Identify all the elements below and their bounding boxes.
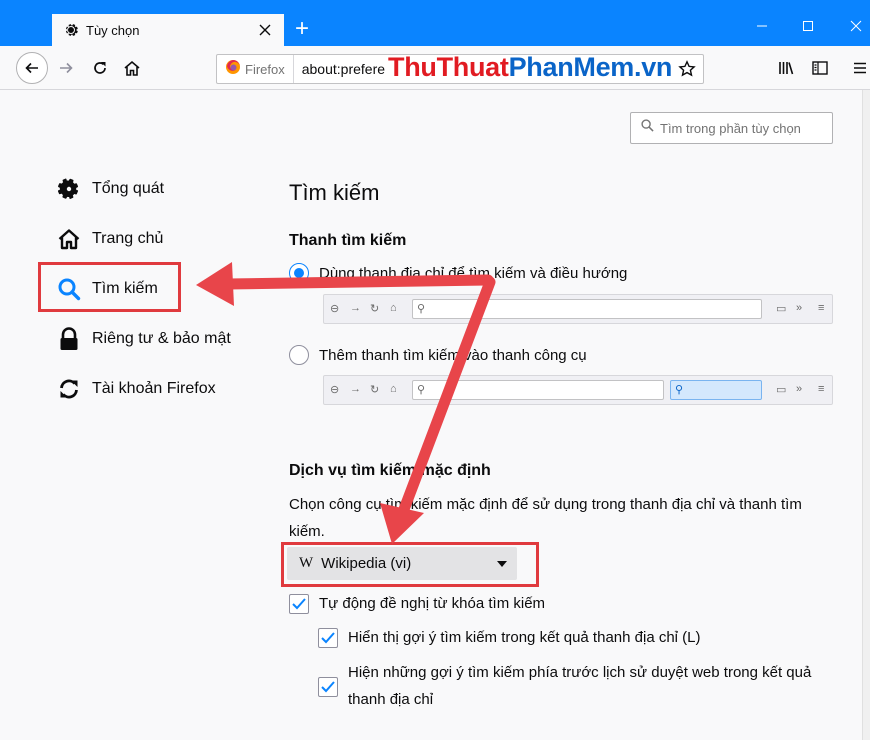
reload-button[interactable]	[86, 54, 114, 82]
category-home[interactable]: Trang chủ	[56, 224, 163, 254]
suggest-checkbox-row[interactable]: Tự động đề nghị từ khóa tìm kiếm	[289, 594, 545, 617]
option-urlbar-label: Dùng thanh địa chỉ để tìm kiếm và điều h…	[319, 264, 628, 282]
preview-sidebar-icon: ▭	[776, 303, 787, 315]
checkmark-icon	[321, 632, 335, 644]
search-preferences-placeholder: Tìm trong phần tùy chọn	[660, 120, 801, 136]
watermark-part-a: ThuThuat	[388, 52, 509, 82]
home-button[interactable]	[118, 54, 146, 82]
option-searchbar-row[interactable]: Thêm thanh tìm kiếm vào thanh công cụ	[289, 345, 587, 365]
preferences-content: Tìm trong phần tùy chọn Tổng quát Trang …	[0, 90, 862, 740]
preview-forward-icon: →	[350, 302, 361, 314]
minimize-icon[interactable]	[752, 16, 772, 36]
preview-reload-icon: ↻	[370, 303, 380, 315]
preview-search-icon: ⚲	[675, 384, 684, 396]
annotation-highlight-category	[38, 262, 181, 312]
preview-back-icon: ⊖	[330, 384, 340, 396]
preview-home-icon: ⌂	[390, 383, 397, 395]
suggest-history-checkbox-row[interactable]: Hiện những gợi ý tìm kiếm phía trước lịc…	[318, 664, 838, 713]
preview-home-icon: ⌂	[390, 302, 397, 314]
checkmark-icon	[321, 681, 335, 693]
title-bar: Tùy chọn +	[0, 0, 870, 46]
preview-urlbar: ⚲	[412, 380, 664, 400]
suggest-urlbar-checkbox[interactable]	[318, 628, 338, 648]
watermark: ThuThuatPhanMem.vn	[388, 52, 672, 83]
radio-dot	[294, 268, 304, 278]
close-tab-icon[interactable]	[254, 19, 276, 41]
page-title: Tìm kiếm	[289, 180, 380, 205]
urlbar-preview-image: ⊖ → ↻ ⌂ ⚲ ▭ » ≡	[323, 294, 833, 324]
sync-icon	[56, 376, 82, 402]
category-label: Trang chủ	[92, 230, 164, 247]
default-engine-heading: Dịch vụ tìm kiếm mặc định	[289, 462, 491, 479]
suggest-label: Tự động đề nghị từ khóa tìm kiếm	[319, 595, 546, 612]
preview-search-icon: ⚲	[417, 384, 426, 396]
suggest-checkbox[interactable]	[289, 594, 309, 614]
close-window-icon[interactable]	[846, 16, 866, 36]
checkmark-icon	[292, 598, 306, 610]
option-searchbar-label: Thêm thanh tìm kiếm vào thanh công cụ	[319, 346, 587, 364]
tab-title: Tùy chọn	[86, 22, 140, 38]
tab-preferences[interactable]: Tùy chọn	[52, 12, 284, 46]
lock-icon	[56, 326, 82, 352]
new-tab-button[interactable]: +	[290, 17, 314, 42]
home-icon	[56, 226, 82, 252]
preview-overflow-icon: »	[796, 302, 803, 314]
preview-overflow-icon: »	[796, 383, 803, 395]
category-general[interactable]: Tổng quát	[56, 174, 164, 204]
preview-back-icon: ⊖	[330, 303, 340, 315]
category-sync[interactable]: Tài khoản Firefox	[56, 374, 216, 404]
category-label: Riêng tư & bảo mật	[92, 330, 231, 347]
identity-label: Firefox	[245, 61, 285, 77]
menu-icon[interactable]	[846, 54, 870, 82]
firefox-logo-icon	[225, 59, 241, 80]
search-bar-heading: Thanh tìm kiếm	[289, 232, 407, 249]
annotation-highlight-dropdown	[281, 542, 539, 587]
category-label: Tài khoản Firefox	[92, 380, 216, 397]
star-icon[interactable]	[675, 57, 699, 81]
gear-icon	[62, 21, 80, 39]
suggest-urlbar-checkbox-row[interactable]: Hiển thị gợi ý tìm kiếm trong kết quả th…	[318, 628, 701, 651]
gear-icon	[56, 176, 82, 202]
suggest-urlbar-label: Hiển thị gợi ý tìm kiếm trong kết quả th…	[348, 629, 701, 646]
forward-button[interactable]	[52, 54, 80, 82]
searchbar-preview-image: ⊖ → ↻ ⌂ ⚲ ⚲ ▭ » ≡	[323, 375, 833, 405]
sidebar-icon[interactable]	[806, 54, 834, 82]
preview-sidebar-icon: ▭	[776, 384, 787, 396]
preview-searchbar: ⚲	[670, 380, 762, 400]
maximize-icon[interactable]	[798, 16, 818, 36]
scrollbar[interactable]	[862, 90, 870, 740]
library-icon[interactable]	[772, 54, 800, 82]
suggest-history-checkbox[interactable]	[318, 677, 338, 697]
search-preferences-input[interactable]: Tìm trong phần tùy chọn	[630, 112, 833, 144]
preview-menu-icon: ≡	[818, 383, 825, 395]
back-button[interactable]	[16, 52, 48, 84]
option-urlbar-row[interactable]: Dùng thanh địa chỉ để tìm kiếm và điều h…	[289, 263, 627, 283]
preview-urlbar: ⚲	[412, 299, 762, 319]
preview-forward-icon: →	[350, 383, 361, 395]
preview-search-icon: ⚲	[417, 303, 426, 315]
suggest-history-label: Hiện những gợi ý tìm kiếm phía trước lịc…	[348, 664, 812, 708]
radio-urlbar[interactable]	[289, 263, 309, 283]
identity-box[interactable]: Firefox	[217, 55, 294, 83]
preview-reload-icon: ↻	[370, 384, 380, 396]
default-engine-description: Chọn công cụ tìm kiếm mặc định để sử dụn…	[289, 496, 802, 540]
preview-menu-icon: ≡	[818, 302, 825, 314]
watermark-part-b: PhanMem.vn	[508, 52, 673, 82]
category-label: Tổng quát	[92, 180, 165, 197]
radio-searchbar[interactable]	[289, 345, 309, 365]
search-icon	[641, 119, 654, 137]
category-privacy[interactable]: Riêng tư & bảo mật	[56, 324, 231, 354]
